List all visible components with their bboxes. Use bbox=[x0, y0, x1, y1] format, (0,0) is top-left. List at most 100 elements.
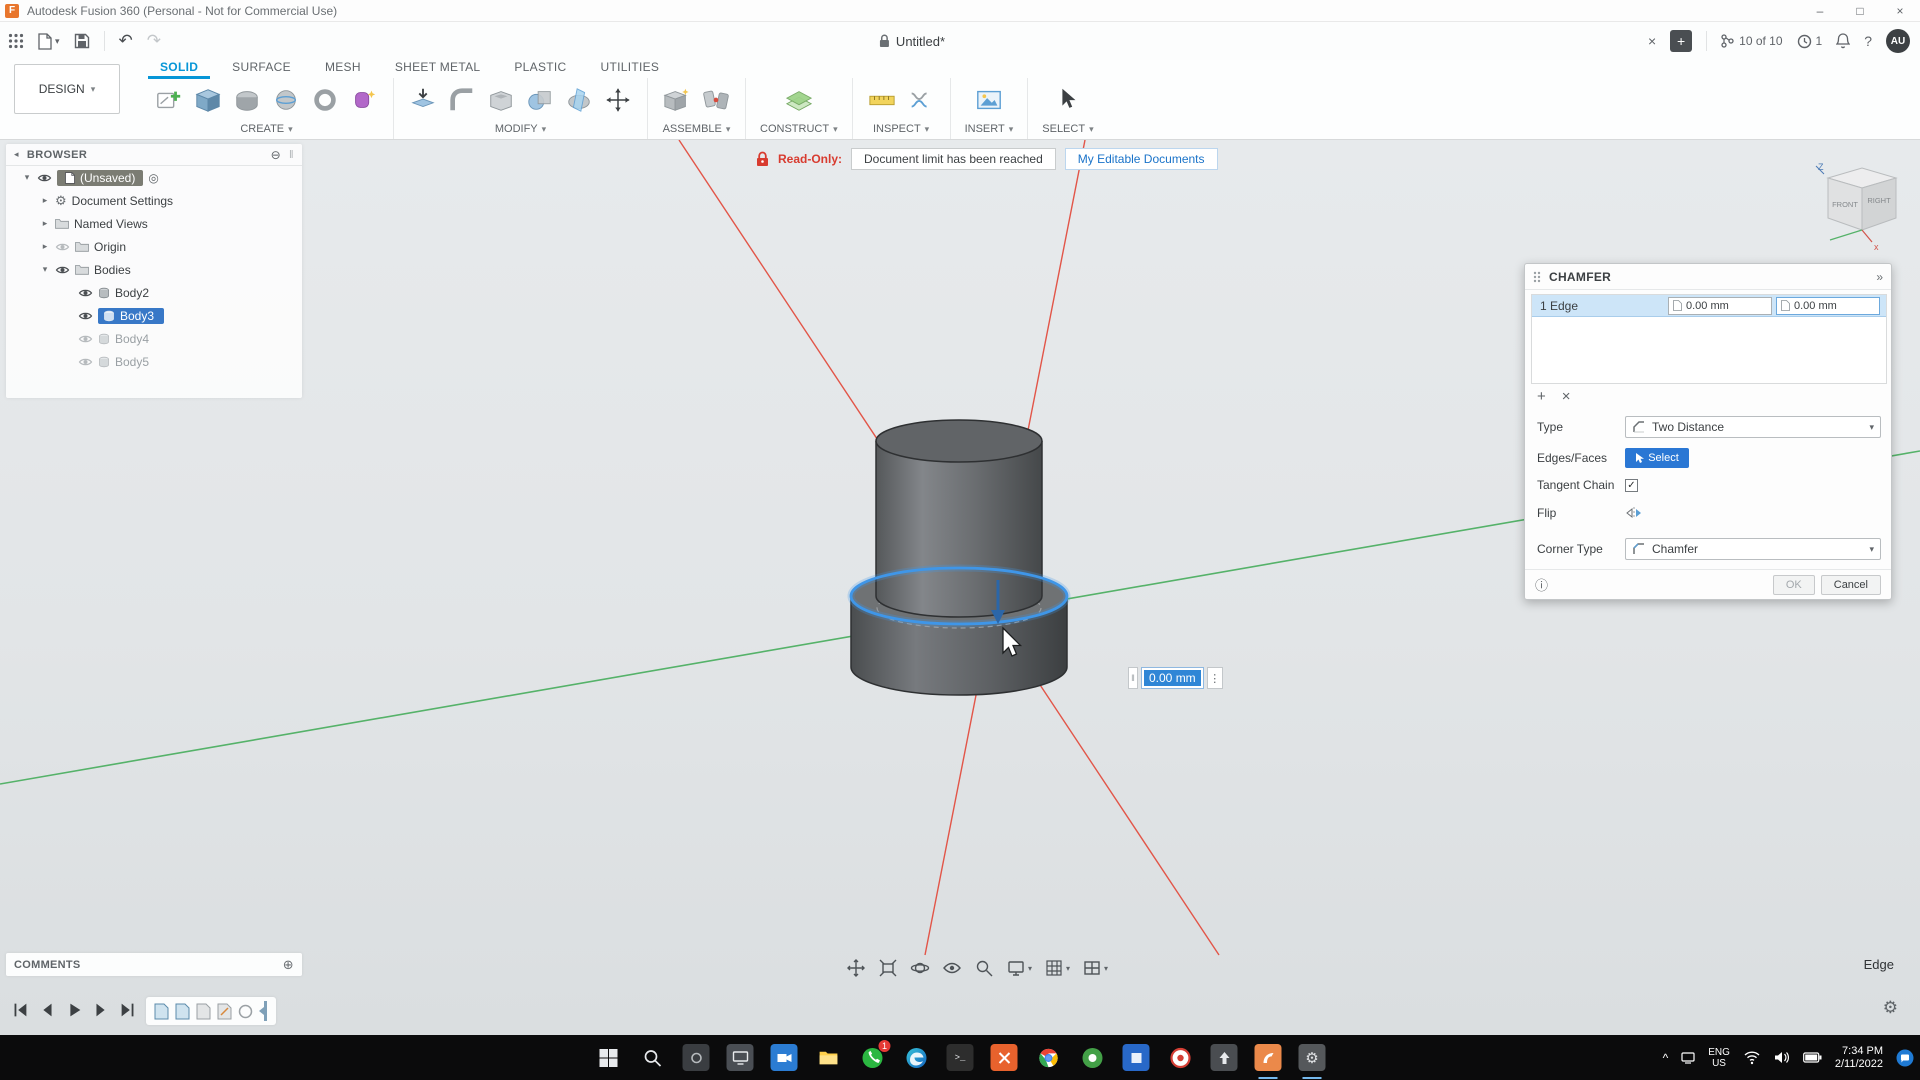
timeline-feature-icon[interactable] bbox=[154, 1003, 169, 1020]
tab-sheet-metal[interactable]: SHEET METAL bbox=[383, 60, 493, 79]
fit-view-icon[interactable] bbox=[878, 958, 898, 978]
add-comment-icon[interactable]: ⊕ bbox=[283, 957, 294, 973]
type-dropdown[interactable]: Two Distance ▾ bbox=[1625, 416, 1881, 438]
tree-item-named-views[interactable]: ▸ Named Views bbox=[6, 212, 302, 235]
tree-item-bodies[interactable]: ▾ Bodies bbox=[6, 258, 302, 281]
tree-item-document-settings[interactable]: ▸ ⚙ Document Settings bbox=[6, 189, 302, 212]
caret-expanded-icon[interactable]: ▾ bbox=[22, 172, 32, 183]
close-window-button[interactable]: × bbox=[1880, 0, 1920, 21]
grid-settings-icon[interactable]: ▾ bbox=[1044, 958, 1070, 978]
cylinder-body[interactable] bbox=[876, 441, 1042, 617]
tab-mesh[interactable]: MESH bbox=[313, 60, 373, 79]
group-construct-label[interactable]: CONSTRUCT bbox=[760, 123, 829, 135]
input-options-handle[interactable]: ⋮ bbox=[1207, 667, 1223, 689]
skip-to-end-button[interactable] bbox=[118, 1000, 138, 1020]
edge-browser-icon[interactable] bbox=[903, 1044, 930, 1071]
skip-to-start-button[interactable] bbox=[10, 1000, 30, 1020]
visibility-eye-icon[interactable] bbox=[78, 334, 93, 344]
split-body-icon[interactable] bbox=[564, 85, 594, 115]
input-drag-grip[interactable]: ‖ bbox=[1128, 667, 1138, 689]
caret-expanded-icon[interactable]: ▾ bbox=[40, 264, 50, 275]
group-insert-label[interactable]: INSERT bbox=[965, 123, 1005, 135]
tree-item-body2[interactable]: Body2 bbox=[6, 281, 302, 304]
notification-bell-icon[interactable] bbox=[1836, 33, 1850, 49]
app-green-icon[interactable] bbox=[1079, 1044, 1106, 1071]
file-menu-button[interactable]: ▾ bbox=[38, 33, 60, 50]
fillet-icon[interactable] bbox=[447, 85, 477, 115]
file-explorer-icon[interactable] bbox=[815, 1044, 842, 1071]
flip-icon[interactable] bbox=[1625, 506, 1643, 520]
extrude-icon[interactable] bbox=[232, 85, 262, 115]
add-edge-set-button[interactable]: + bbox=[1537, 388, 1546, 405]
app-grid-icon[interactable] bbox=[8, 33, 24, 49]
user-avatar[interactable]: AU bbox=[1886, 29, 1910, 53]
timeline-position-marker[interactable] bbox=[259, 1001, 268, 1021]
battery-icon[interactable] bbox=[1803, 1052, 1822, 1063]
help-button[interactable]: ? bbox=[1864, 33, 1872, 49]
tree-item-body4[interactable]: Body4 bbox=[6, 327, 302, 350]
comments-bar[interactable]: COMMENTS ⊕ bbox=[6, 953, 302, 976]
caret-collapsed-icon[interactable]: ▸ bbox=[40, 241, 50, 252]
caret-collapsed-icon[interactable]: ▸ bbox=[40, 195, 50, 206]
construction-plane-icon[interactable] bbox=[784, 85, 814, 115]
action-center-icon[interactable] bbox=[1896, 1049, 1914, 1067]
minimize-button[interactable]: – bbox=[1800, 0, 1840, 21]
play-button[interactable] bbox=[64, 1000, 84, 1020]
tree-item-body5[interactable]: Body5 bbox=[6, 350, 302, 373]
corner-type-dropdown[interactable]: Chamfer ▾ bbox=[1625, 538, 1881, 560]
tab-solid[interactable]: SOLID bbox=[148, 60, 210, 79]
tray-expand-icon[interactable]: ^ bbox=[1663, 1051, 1669, 1065]
info-icon[interactable]: ⓘ bbox=[1535, 575, 1548, 594]
app-blue-icon[interactable] bbox=[1123, 1044, 1150, 1071]
joint-icon[interactable] bbox=[701, 85, 731, 115]
video-app-icon[interactable] bbox=[771, 1044, 798, 1071]
tab-surface[interactable]: SURFACE bbox=[220, 60, 303, 79]
distance2-input[interactable]: 0.00 mm bbox=[1776, 297, 1880, 315]
panel-resize-grip[interactable]: ‖ bbox=[289, 149, 294, 161]
volume-icon[interactable] bbox=[1774, 1051, 1790, 1064]
cylinder-top-face[interactable] bbox=[876, 420, 1042, 462]
viewport-canvas[interactable]: Z FRONT RIGHT x ◂ BROWSER ⊖ ‖ ▾ (Unsaved… bbox=[0, 140, 1920, 1035]
view-cube[interactable]: Z FRONT RIGHT x bbox=[1816, 162, 1896, 252]
tray-gpu-icon[interactable] bbox=[1681, 1052, 1695, 1064]
timeline-feature-icon[interactable] bbox=[175, 1003, 190, 1020]
preferences-gear-icon[interactable]: ⚙ bbox=[1883, 998, 1898, 1018]
step-forward-button[interactable] bbox=[91, 1000, 111, 1020]
tab-utilities[interactable]: UTILITIES bbox=[589, 60, 672, 79]
drag-grip-icon[interactable] bbox=[1533, 271, 1541, 283]
wifi-icon[interactable] bbox=[1743, 1050, 1761, 1065]
redo-button[interactable]: ↷ bbox=[147, 31, 161, 51]
caret-collapsed-icon[interactable]: ▸ bbox=[40, 218, 50, 229]
tree-item-origin[interactable]: ▸ Origin bbox=[6, 235, 302, 258]
edge-set-row[interactable]: 1 Edge 0.00 mm 0.00 mm bbox=[1532, 295, 1886, 317]
group-modify-label[interactable]: MODIFY bbox=[495, 123, 538, 135]
zoom-tool-icon[interactable] bbox=[974, 958, 994, 978]
look-at-icon[interactable] bbox=[942, 958, 962, 978]
step-back-button[interactable] bbox=[37, 1000, 57, 1020]
remove-edge-set-button[interactable]: × bbox=[1562, 388, 1571, 405]
search-icon[interactable] bbox=[639, 1044, 666, 1071]
box-icon[interactable] bbox=[193, 85, 223, 115]
display-app-icon[interactable] bbox=[727, 1044, 754, 1071]
coil-icon[interactable] bbox=[310, 85, 340, 115]
browser-display-filter-icon[interactable]: ⊖ bbox=[271, 148, 281, 162]
group-assemble-label[interactable]: ASSEMBLE bbox=[663, 123, 722, 135]
visibility-eye-icon[interactable] bbox=[37, 173, 52, 183]
visibility-eye-icon[interactable] bbox=[78, 357, 93, 367]
orbit-tool-icon[interactable] bbox=[910, 958, 930, 978]
tab-plastic[interactable]: PLASTIC bbox=[502, 60, 578, 79]
language-indicator[interactable]: ENGUS bbox=[1708, 1047, 1730, 1069]
ok-button[interactable]: OK bbox=[1773, 575, 1815, 595]
select-cursor-icon[interactable] bbox=[1053, 85, 1083, 115]
group-create-label[interactable]: CREATE bbox=[240, 123, 284, 135]
root-document-item[interactable]: (Unsaved) bbox=[57, 170, 143, 186]
visibility-eye-icon[interactable] bbox=[78, 311, 93, 321]
visibility-eye-icon[interactable] bbox=[55, 265, 70, 275]
maximize-button[interactable]: □ bbox=[1840, 0, 1880, 21]
expand-dialog-icon[interactable]: » bbox=[1876, 270, 1883, 284]
timeline-feature-icon[interactable] bbox=[196, 1003, 211, 1020]
fusion-360-icon[interactable] bbox=[1255, 1044, 1282, 1071]
start-button[interactable] bbox=[595, 1044, 622, 1071]
chrome-icon[interactable] bbox=[1035, 1044, 1062, 1071]
create-sketch-icon[interactable] bbox=[154, 85, 184, 115]
